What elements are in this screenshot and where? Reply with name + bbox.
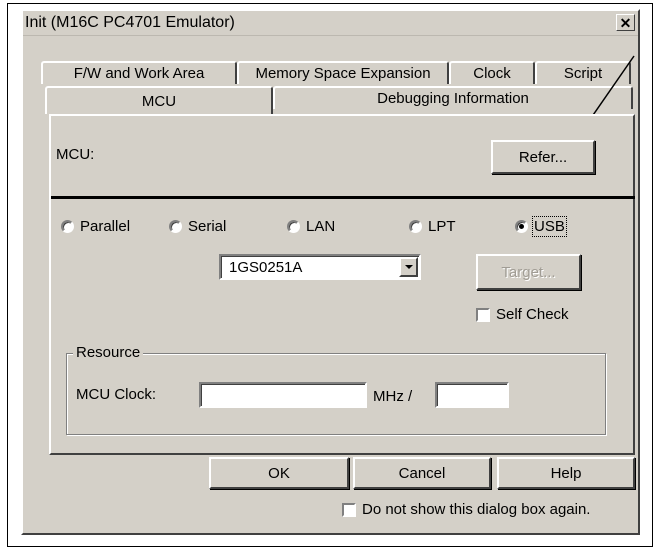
resource-group-label: Resource bbox=[73, 344, 144, 361]
checkbox-box bbox=[342, 503, 356, 518]
tab-script[interactable]: Script bbox=[535, 61, 631, 84]
tab-clock[interactable]: Clock bbox=[449, 61, 535, 84]
radio-parallel[interactable]: Parallel bbox=[61, 218, 130, 235]
divider-input[interactable] bbox=[435, 382, 509, 408]
device-select[interactable]: 1GS0251A bbox=[219, 254, 421, 280]
tab-fw-work-area[interactable]: F/W and Work Area bbox=[41, 61, 237, 84]
resource-group: Resource MCU Clock: MHz / bbox=[66, 344, 606, 435]
radio-indicator bbox=[169, 220, 182, 233]
close-icon: ✕ bbox=[619, 14, 632, 31]
radio-lpt[interactable]: LPT bbox=[409, 218, 456, 235]
separator-line bbox=[51, 196, 635, 199]
radio-serial[interactable]: Serial bbox=[169, 218, 226, 235]
close-button[interactable]: ✕ bbox=[616, 14, 635, 31]
tab-memory-space-expansion[interactable]: Memory Space Expansion bbox=[237, 61, 449, 84]
checkbox-box bbox=[476, 308, 490, 323]
dropdown-button[interactable] bbox=[399, 257, 418, 277]
chevron-down-icon bbox=[404, 265, 413, 269]
init-dialog: Init (M16C PC4701 Emulator) ✕ F/W and Wo… bbox=[21, 9, 640, 535]
radio-indicator bbox=[287, 220, 300, 233]
cancel-button[interactable]: Cancel bbox=[353, 457, 491, 489]
mcu-label: MCU: bbox=[56, 146, 95, 163]
dialog-title: Init (M16C PC4701 Emulator) bbox=[25, 14, 235, 31]
mhz-label: MHz / bbox=[373, 388, 413, 405]
radio-usb[interactable]: USB bbox=[515, 216, 567, 237]
refer-button[interactable]: Refer... bbox=[491, 140, 595, 174]
title-bar[interactable]: Init (M16C PC4701 Emulator) ✕ bbox=[23, 11, 638, 36]
radio-indicator-checked bbox=[515, 220, 528, 233]
radio-lan[interactable]: LAN bbox=[287, 218, 335, 235]
mcu-clock-input[interactable] bbox=[199, 382, 367, 408]
radio-indicator bbox=[61, 220, 74, 233]
mcu-clock-label: MCU Clock: bbox=[76, 386, 157, 403]
radio-indicator bbox=[409, 220, 422, 233]
dont-show-again-checkbox[interactable]: Do not show this dialog box again. bbox=[342, 501, 590, 518]
target-button[interactable]: Target... bbox=[476, 254, 581, 290]
tab-debugging-information[interactable]: Debugging Information bbox=[273, 86, 633, 109]
help-button[interactable]: Help bbox=[497, 457, 635, 489]
tab-mcu[interactable]: MCU bbox=[45, 86, 273, 114]
ok-button[interactable]: OK bbox=[209, 457, 349, 489]
self-check-checkbox[interactable]: Self Check bbox=[476, 306, 569, 323]
tab-panel-mcu: MCU: Refer... Parallel Serial LAN LPT US… bbox=[49, 114, 635, 455]
